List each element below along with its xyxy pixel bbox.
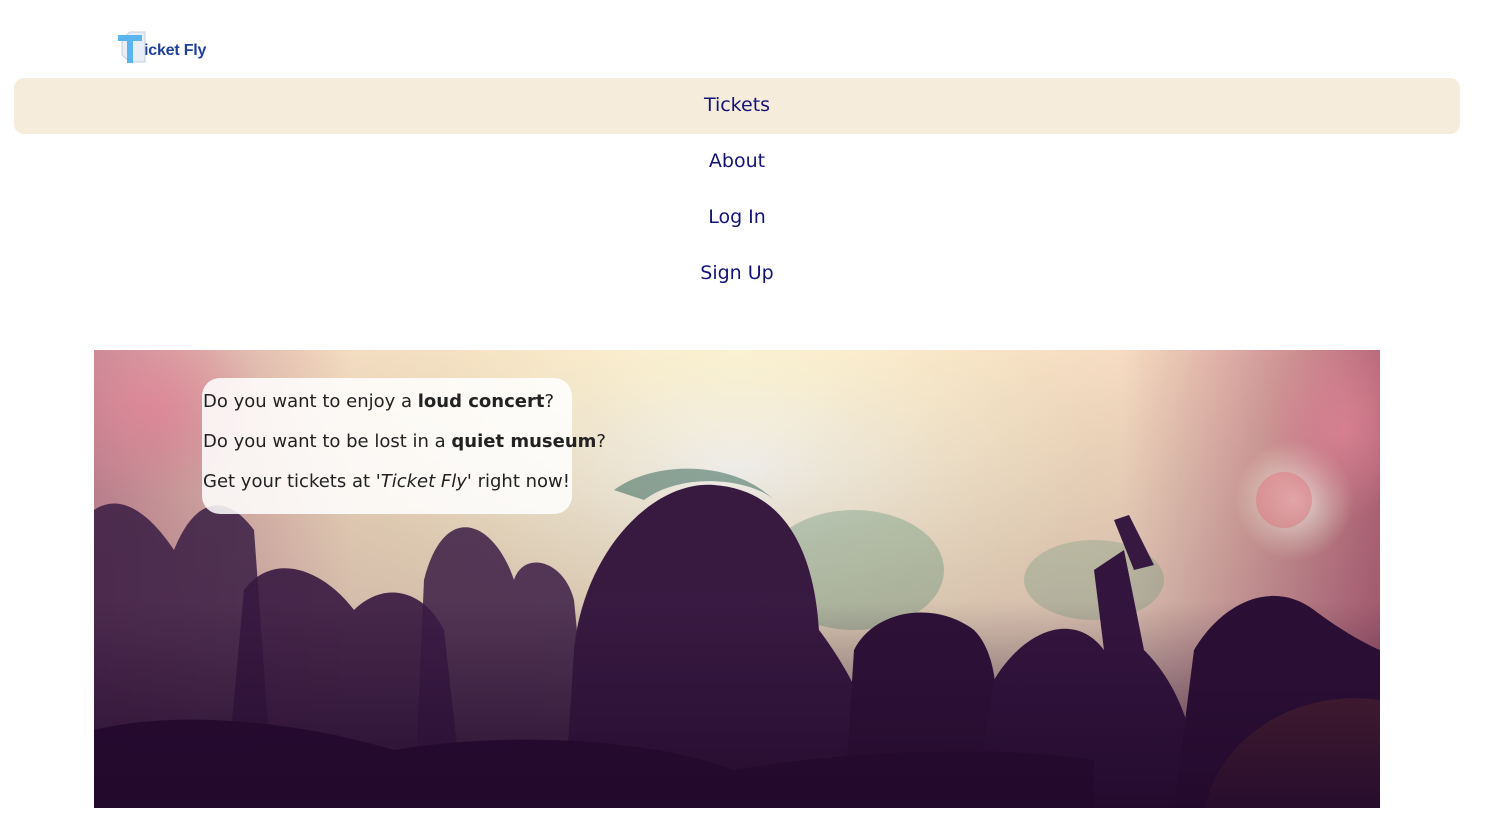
nav-item-tickets[interactable]: Tickets — [14, 78, 1460, 134]
promo-highlight-museum: quiet museum — [451, 431, 597, 452]
logo-link[interactable]: icket Fly — [116, 27, 208, 63]
ticket-logo-icon — [116, 29, 146, 63]
logo-text: icket Fly — [144, 42, 207, 59]
promo-line-cta: Get your tickets at 'Ticket Fly' right n… — [203, 470, 572, 493]
nav-item-about[interactable]: About — [14, 134, 1460, 190]
promo-line-concert-end: ? — [544, 391, 555, 412]
promo-line-concert-text: Do you want to enjoy a — [203, 391, 418, 412]
promo-line-cta-text: Get your tickets at ' — [203, 471, 381, 492]
promo-card: Do you want to enjoy a loud concert? Do … — [202, 378, 606, 514]
promo-brand-name: Ticket Fly — [380, 471, 467, 492]
main-nav: Tickets About Log In Sign Up — [14, 78, 1460, 302]
promo-line-museum-end: ? — [596, 431, 606, 452]
hero-banner: Do you want to enjoy a loud concert? Do … — [94, 350, 1380, 808]
nav-item-sign-up[interactable]: Sign Up — [14, 246, 1460, 302]
promo-line-museum: Do you want to be lost in a quiet museum… — [203, 430, 606, 453]
promo-line-cta-end: ' right now! — [466, 471, 570, 492]
nav-item-log-in[interactable]: Log In — [14, 190, 1460, 246]
promo-line-concert: Do you want to enjoy a loud concert? — [203, 390, 572, 413]
promo-highlight-concert: loud concert — [417, 391, 545, 412]
promo-line-museum-text: Do you want to be lost in a — [203, 431, 452, 452]
